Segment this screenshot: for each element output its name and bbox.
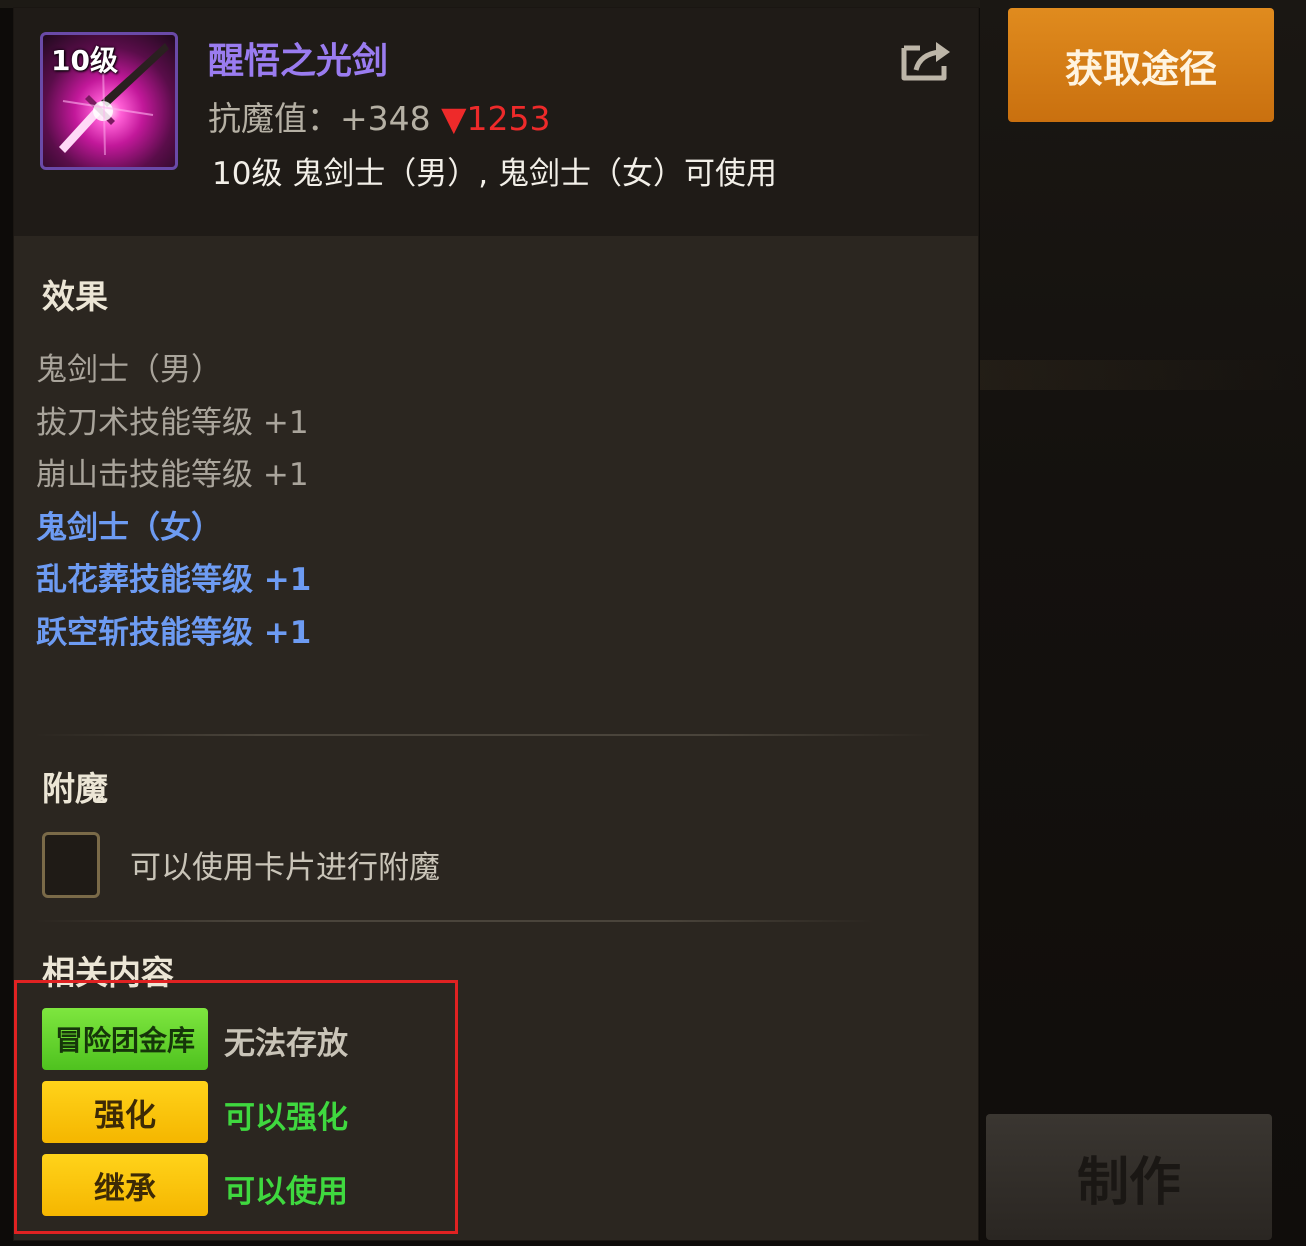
effects-list: 鬼剑士（男） 拔刀术技能等级 +1 崩山击技能等级 +1 鬼剑士（女） 乱花葬技… — [36, 344, 311, 659]
item-name: 醒悟之光剑 — [208, 41, 389, 82]
effect-line: 拔刀术技能等级 +1 — [36, 404, 309, 441]
enchant-card-slot[interactable] — [42, 832, 100, 898]
acquire-method-button[interactable]: 获取途径 — [1008, 8, 1274, 122]
effect-line: 崩山击技能等级 +1 — [36, 457, 309, 493]
stat-drop-value: 1253 — [466, 99, 551, 138]
effect-line: 鬼剑士（女） — [36, 509, 222, 546]
make-button[interactable]: 制作 — [986, 1114, 1272, 1240]
effect-line: 乱花葬技能等级 +1 — [36, 562, 312, 598]
share-icon[interactable] — [898, 38, 954, 84]
divider — [34, 734, 934, 736]
effects-title: 效果 — [42, 277, 108, 316]
enchant-title: 附魔 — [42, 769, 108, 808]
badge-adventure-vault: 冒险团金库 — [42, 1008, 208, 1070]
value-adventure-vault: 无法存放 — [224, 1026, 348, 1062]
requirement-line: 10级 鬼剑士（男）, 鬼剑士（女）可使用 — [212, 156, 778, 192]
item-tooltip-panel: 10级 醒悟之光剑 抗魔值：+348 ▼1253 10级 鬼剑士（男）, 鬼剑士… — [14, 8, 978, 1240]
stat-line: 抗魔值：+348 ▼1253 — [208, 92, 551, 140]
stat-value: +348 — [340, 99, 431, 138]
stat-label: 抗魔值： — [208, 99, 340, 138]
background-right — [980, 0, 1306, 1246]
divider — [34, 920, 874, 922]
enchant-description: 可以使用卡片进行附魔 — [130, 850, 440, 886]
item-header: 10级 醒悟之光剑 抗魔值：+348 ▼1253 10级 鬼剑士（男）, 鬼剑士… — [14, 8, 978, 236]
value-inherit: 可以使用 — [224, 1174, 348, 1210]
stat-drop-arrow: ▼ — [441, 99, 467, 138]
badge-inherit: 继承 — [42, 1154, 208, 1216]
item-level-badge: 10级 — [51, 44, 118, 77]
value-enhance: 可以强化 — [224, 1100, 348, 1136]
item-icon[interactable]: 10级 — [40, 32, 178, 170]
effect-line: 鬼剑士（男） — [36, 352, 222, 388]
badge-enhance: 强化 — [42, 1081, 208, 1143]
effect-line: 跃空斩技能等级 +1 — [36, 614, 312, 651]
